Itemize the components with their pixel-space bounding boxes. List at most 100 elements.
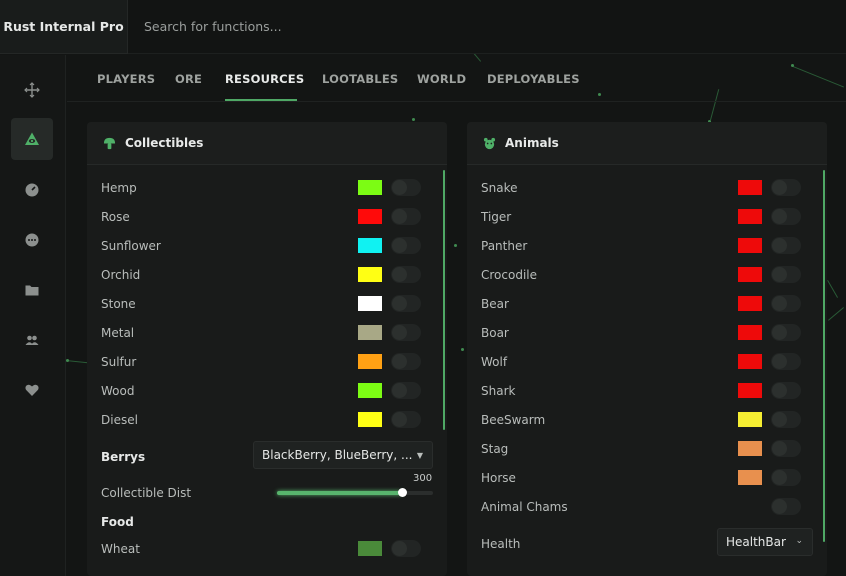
animal-item-color-swatch[interactable] xyxy=(738,238,762,253)
collectible-item-toggle[interactable] xyxy=(391,295,421,312)
health-dropdown[interactable]: HealthBar ⌄ xyxy=(717,528,813,556)
collectible-item-toggle[interactable] xyxy=(391,208,421,225)
collectible-item-color-swatch[interactable] xyxy=(358,412,382,427)
collectible-item-toggle[interactable] xyxy=(391,382,421,399)
berrys-dropdown[interactable]: BlackBerry, BlueBerry, ... ▼ xyxy=(253,441,433,469)
tab-players[interactable]: PLAYERS xyxy=(97,72,155,86)
collectibles-title: Collectibles xyxy=(125,136,204,150)
animal-item-toggle[interactable] xyxy=(771,208,801,225)
collectible-item-color-swatch[interactable] xyxy=(358,354,382,369)
animal-item-toggle[interactable] xyxy=(771,469,801,486)
collectible-item-row: Stone xyxy=(101,294,433,314)
collectible-item-row: Wood xyxy=(101,381,433,401)
animal-item-color-swatch[interactable] xyxy=(738,209,762,224)
animal-item-row: Shark xyxy=(481,381,813,401)
animal-item-color-swatch[interactable] xyxy=(738,383,762,398)
tab-world[interactable]: WORLD xyxy=(417,72,466,86)
animal-item-label: Horse xyxy=(481,471,516,485)
animal-item-toggle[interactable] xyxy=(771,295,801,312)
animal-item-color-swatch[interactable] xyxy=(738,412,762,427)
food-item-color-swatch[interactable] xyxy=(358,541,382,556)
active-tab-indicator xyxy=(225,99,297,101)
animal-item-row: Snake xyxy=(481,178,813,198)
sidebar-item-misc[interactable] xyxy=(11,169,53,211)
animal-item-label: Stag xyxy=(481,442,509,456)
berrys-label: Berrys xyxy=(101,450,146,464)
animal-item-row: Bear xyxy=(481,294,813,314)
animals-title: Animals xyxy=(505,136,559,150)
tab-resources[interactable]: RESOURCES xyxy=(225,72,304,86)
animal-item-toggle[interactable] xyxy=(771,411,801,428)
berrys-value: BlackBerry, BlueBerry, ... xyxy=(262,448,413,462)
animal-chams-toggle[interactable] xyxy=(771,498,801,515)
food-item-row: Wheat xyxy=(101,539,433,559)
collectible-dist-label: Collectible Dist xyxy=(101,486,192,500)
sidebar-item-chat[interactable] xyxy=(11,219,53,261)
collectible-item-color-swatch[interactable] xyxy=(358,383,382,398)
animal-item-label: Crocodile xyxy=(481,268,537,282)
tab-ore[interactable]: ORE xyxy=(175,72,202,86)
collectible-item-color-swatch[interactable] xyxy=(358,180,382,195)
sidebar-item-favorites[interactable] xyxy=(11,369,53,411)
animal-item-toggle[interactable] xyxy=(771,179,801,196)
animal-item-color-swatch[interactable] xyxy=(738,441,762,456)
sidebar-item-players[interactable] xyxy=(11,319,53,361)
animals-scrollbar[interactable] xyxy=(823,170,825,542)
animal-item-toggle[interactable] xyxy=(771,237,801,254)
animal-item-row: Wolf xyxy=(481,352,813,372)
animal-item-color-swatch[interactable] xyxy=(738,180,762,195)
animal-item-row: Horse xyxy=(481,468,813,488)
collectible-item-row: Sulfur xyxy=(101,352,433,372)
collectible-item-toggle[interactable] xyxy=(391,411,421,428)
animals-panel: Animals Snake Tiger Panther Crocodile Bear Bo… xyxy=(467,122,827,576)
collectible-item-color-swatch[interactable] xyxy=(358,296,382,311)
collectibles-scrollbar[interactable] xyxy=(443,170,445,430)
animal-item-toggle[interactable] xyxy=(771,440,801,457)
search-input[interactable]: Search for functions... xyxy=(144,19,282,34)
gauge-icon xyxy=(25,183,39,197)
bear-icon xyxy=(483,137,496,149)
sidebar-item-configs[interactable] xyxy=(11,269,53,311)
animal-chams-label: Animal Chams xyxy=(481,500,568,514)
collectible-item-label: Metal xyxy=(101,326,135,340)
animal-item-color-swatch[interactable] xyxy=(738,325,762,340)
animal-item-color-swatch[interactable] xyxy=(738,296,762,311)
tab-deployables[interactable]: DEPLOYABLES xyxy=(487,72,580,86)
animal-item-color-swatch[interactable] xyxy=(738,267,762,282)
animal-item-color-swatch[interactable] xyxy=(738,470,762,485)
collectible-item-color-swatch[interactable] xyxy=(358,325,382,340)
animal-item-label: Snake xyxy=(481,181,518,195)
animal-item-toggle[interactable] xyxy=(771,266,801,283)
collectible-item-label: Rose xyxy=(101,210,130,224)
collectible-item-label: Wood xyxy=(101,384,135,398)
food-item-toggle[interactable] xyxy=(391,540,421,557)
collectible-item-toggle[interactable] xyxy=(391,179,421,196)
animal-item-toggle[interactable] xyxy=(771,353,801,370)
top-bar: Rust Internal Pro Search for functions..… xyxy=(0,0,846,54)
collectible-dist-value: 300 xyxy=(413,473,433,484)
tab-lootables[interactable]: LOOTABLES xyxy=(322,72,398,86)
collectible-item-label: Diesel xyxy=(101,413,138,427)
collectible-item-toggle[interactable] xyxy=(391,237,421,254)
collectible-item-row: Metal xyxy=(101,323,433,343)
animal-item-row: Tiger xyxy=(481,207,813,227)
animal-item-color-swatch[interactable] xyxy=(738,354,762,369)
collectible-item-color-swatch[interactable] xyxy=(358,267,382,282)
collectible-item-toggle[interactable] xyxy=(391,324,421,341)
animal-item-row: Boar xyxy=(481,323,813,343)
sidebar-item-visuals[interactable] xyxy=(11,118,53,160)
collectible-item-color-swatch[interactable] xyxy=(358,238,382,253)
animal-chams-row: Animal Chams xyxy=(481,497,813,517)
users-icon xyxy=(25,335,39,345)
slider-knob[interactable] xyxy=(397,488,407,497)
collectible-dist-row: Collectible Dist 300 xyxy=(101,473,433,503)
animal-item-label: Panther xyxy=(481,239,528,253)
collectible-item-color-swatch[interactable] xyxy=(358,209,382,224)
sidebar-item-aimbot[interactable] xyxy=(11,69,53,111)
collectible-item-toggle[interactable] xyxy=(391,353,421,370)
collectible-dist-slider[interactable] xyxy=(277,488,433,497)
collectible-item-toggle[interactable] xyxy=(391,266,421,283)
food-item-label: Wheat xyxy=(101,542,140,556)
animal-item-toggle[interactable] xyxy=(771,324,801,341)
animal-item-toggle[interactable] xyxy=(771,382,801,399)
